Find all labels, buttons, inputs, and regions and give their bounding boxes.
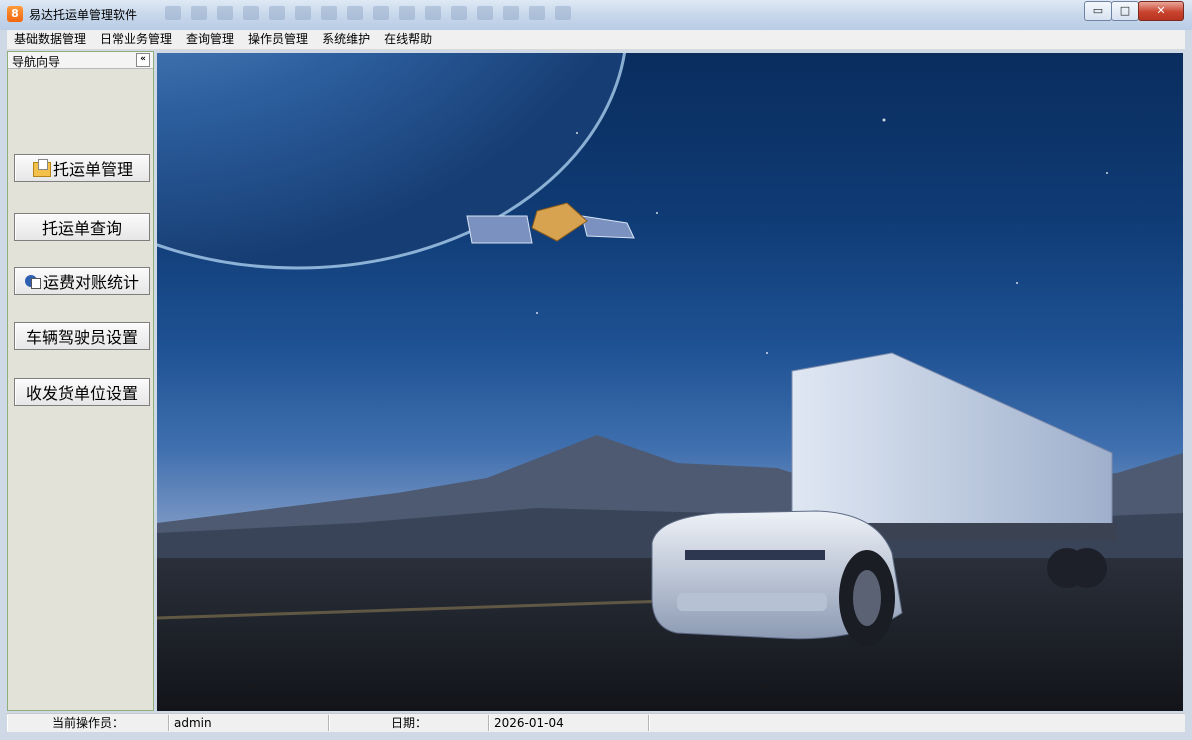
maximize-button[interactable]: □ (1111, 1, 1139, 21)
nav-button-freight-stats[interactable]: 运费对账统计 (14, 267, 150, 295)
navigation-panel: 导航向导 « 托运单管理 托运单查询 运费对账统计 车辆驾驶员设置 收发货单位设… (7, 51, 154, 711)
nav-button-label: 车辆驾驶员设置 (25, 328, 138, 347)
nav-button-label: 运费对账统计 (42, 273, 139, 292)
status-empty-cell (649, 715, 1185, 731)
faded-toolbar (165, 4, 645, 22)
collapse-icon[interactable]: « (136, 53, 150, 67)
folder-icon (31, 158, 51, 178)
main-banner-image (157, 53, 1183, 711)
nav-title: 导航向导 (12, 55, 61, 69)
app-logo-icon: 8 (7, 6, 23, 22)
nav-button-label: 托运单管理 (52, 160, 133, 179)
close-button[interactable]: ✕ (1138, 1, 1184, 21)
nav-button-label: 托运单查询 (41, 219, 122, 238)
menu-daily-business[interactable]: 日常业务管理 (93, 30, 179, 49)
menu-basic-data[interactable]: 基础数据管理 (7, 30, 93, 49)
window-title: 易达托运单管理软件 (29, 8, 138, 22)
menu-system[interactable]: 系统维护 (315, 30, 377, 49)
menu-help[interactable]: 在线帮助 (377, 30, 439, 49)
nav-button-consignee-setup[interactable]: 收发货单位设置 (14, 378, 150, 406)
operator-value: admin (169, 715, 329, 731)
nav-button-label: 收发货单位设置 (25, 384, 138, 403)
operator-label: 当前操作员： (7, 715, 169, 731)
menu-operator[interactable]: 操作员管理 (241, 30, 315, 49)
nav-button-waybill-query[interactable]: 托运单查询 (14, 213, 150, 241)
nav-header: 导航向导 « (8, 52, 153, 69)
status-bar: 当前操作员： admin 日期： 2026-01-04 (7, 713, 1185, 732)
date-value: 2026-01-04 (489, 715, 649, 731)
banner-illustration (157, 53, 1183, 711)
nav-button-vehicle-driver[interactable]: 车辆驾驶员设置 (14, 322, 150, 350)
chart-icon (24, 273, 41, 289)
date-label: 日期： (329, 715, 489, 731)
autonomous-tractor (651, 510, 903, 646)
menu-bar: 基础数据管理 日常业务管理 查询管理 操作员管理 系统维护 在线帮助 (7, 30, 1185, 50)
menu-query[interactable]: 查询管理 (179, 30, 241, 49)
nav-button-waybill-manage[interactable]: 托运单管理 (14, 154, 150, 182)
title-bar: 8 易达托运单管理软件 ▭ □ ✕ (0, 0, 1192, 30)
minimize-button[interactable]: ▭ (1084, 1, 1112, 21)
